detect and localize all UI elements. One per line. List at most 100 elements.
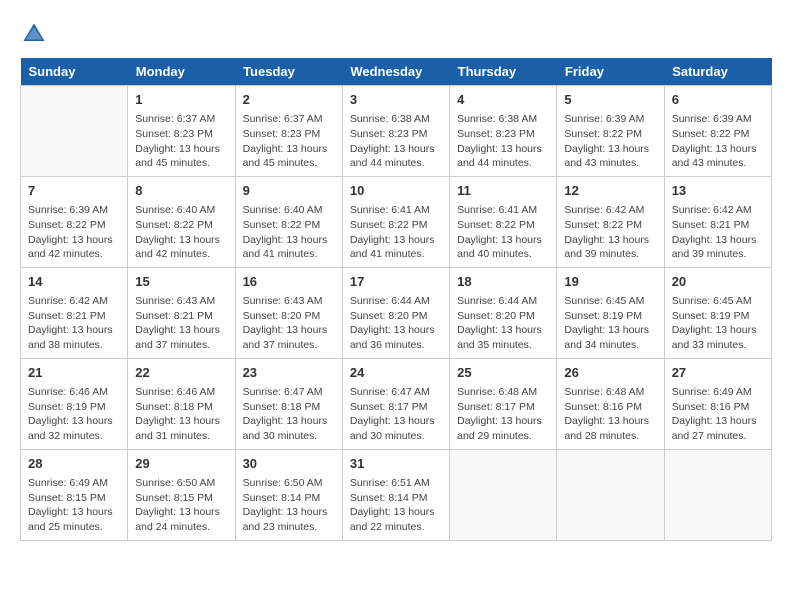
calendar-cell: 12Sunrise: 6:42 AMSunset: 8:22 PMDayligh…	[557, 176, 664, 267]
day-number: 25	[457, 364, 549, 382]
day-number: 8	[135, 182, 227, 200]
header-thursday: Thursday	[450, 58, 557, 86]
day-number: 2	[243, 91, 335, 109]
day-info: Sunrise: 6:49 AMSunset: 8:15 PMDaylight:…	[28, 476, 120, 535]
header-saturday: Saturday	[664, 58, 771, 86]
calendar-week-1: 1 Sunrise: 6:37 AMSunset: 8:23 PMDaylight…	[21, 86, 772, 177]
calendar-cell: 2 Sunrise: 6:37 AMSunset: 8:23 PMDaylight…	[235, 86, 342, 177]
calendar-week-2: 7 Sunrise: 6:39 AMSunset: 8:22 PMDaylight…	[21, 176, 772, 267]
logo-icon	[20, 20, 48, 48]
day-info: Sunrise: 6:44 AMSunset: 8:20 PMDaylight:…	[350, 294, 442, 353]
calendar-cell: 22Sunrise: 6:46 AMSunset: 8:18 PMDayligh…	[128, 358, 235, 449]
header-tuesday: Tuesday	[235, 58, 342, 86]
calendar-cell: 8Sunrise: 6:40 AMSunset: 8:22 PMDaylight…	[128, 176, 235, 267]
day-info: Sunrise: 6:45 AMSunset: 8:19 PMDaylight:…	[672, 294, 764, 353]
day-number: 7	[28, 182, 120, 200]
day-info: Sunrise: 6:39 AMSunset: 8:22 PMDaylight:…	[28, 203, 120, 262]
calendar-cell: 20Sunrise: 6:45 AMSunset: 8:19 PMDayligh…	[664, 267, 771, 358]
calendar-cell: 31 Sunrise: 6:51 AMSunset: 8:14 PMDayligh…	[342, 449, 449, 540]
calendar-cell: 23 Sunrise: 6:47 AMSunset: 8:18 PMDayligh…	[235, 358, 342, 449]
day-info: Sunrise: 6:47 AMSunset: 8:17 PMDaylight:…	[350, 385, 442, 444]
day-info: Sunrise: 6:47 AMSunset: 8:18 PMDaylight:…	[243, 385, 335, 444]
calendar-cell: 19 Sunrise: 6:45 AMSunset: 8:19 PMDayligh…	[557, 267, 664, 358]
day-number: 24	[350, 364, 442, 382]
calendar-cell: 7 Sunrise: 6:39 AMSunset: 8:22 PMDaylight…	[21, 176, 128, 267]
day-number: 21	[28, 364, 120, 382]
calendar-cell: 28 Sunrise: 6:49 AMSunset: 8:15 PMDayligh…	[21, 449, 128, 540]
day-info: Sunrise: 6:37 AMSunset: 8:23 PMDaylight:…	[243, 112, 335, 171]
day-number: 4	[457, 91, 549, 109]
day-info: Sunrise: 6:42 AMSunset: 8:21 PMDaylight:…	[672, 203, 764, 262]
day-number: 29	[135, 455, 227, 473]
day-number: 9	[243, 182, 335, 200]
day-number: 17	[350, 273, 442, 291]
day-info: Sunrise: 6:43 AMSunset: 8:20 PMDaylight:…	[243, 294, 335, 353]
day-number: 18	[457, 273, 549, 291]
calendar-cell: 11Sunrise: 6:41 AMSunset: 8:22 PMDayligh…	[450, 176, 557, 267]
day-info: Sunrise: 6:45 AMSunset: 8:19 PMDaylight:…	[564, 294, 656, 353]
header-monday: Monday	[128, 58, 235, 86]
calendar-cell: 9 Sunrise: 6:40 AMSunset: 8:22 PMDaylight…	[235, 176, 342, 267]
calendar-cell	[557, 449, 664, 540]
calendar-week-5: 28 Sunrise: 6:49 AMSunset: 8:15 PMDayligh…	[21, 449, 772, 540]
day-info: Sunrise: 6:46 AMSunset: 8:19 PMDaylight:…	[28, 385, 120, 444]
day-number: 5	[564, 91, 656, 109]
header-wednesday: Wednesday	[342, 58, 449, 86]
calendar-cell	[664, 449, 771, 540]
calendar-cell: 18Sunrise: 6:44 AMSunset: 8:20 PMDayligh…	[450, 267, 557, 358]
day-number: 28	[28, 455, 120, 473]
calendar-cell: 6 Sunrise: 6:39 AMSunset: 8:22 PMDaylight…	[664, 86, 771, 177]
day-number: 22	[135, 364, 227, 382]
day-info: Sunrise: 6:38 AMSunset: 8:23 PMDaylight:…	[457, 112, 549, 171]
calendar-cell: 30Sunrise: 6:50 AMSunset: 8:14 PMDayligh…	[235, 449, 342, 540]
header-friday: Friday	[557, 58, 664, 86]
calendar-cell: 15 Sunrise: 6:43 AMSunset: 8:21 PMDayligh…	[128, 267, 235, 358]
calendar-cell: 29 Sunrise: 6:50 AMSunset: 8:15 PMDayligh…	[128, 449, 235, 540]
day-number: 26	[564, 364, 656, 382]
day-info: Sunrise: 6:42 AMSunset: 8:22 PMDaylight:…	[564, 203, 656, 262]
day-number: 3	[350, 91, 442, 109]
day-number: 15	[135, 273, 227, 291]
calendar-cell: 1Sunrise: 6:37 AMSunset: 8:23 PMDaylight…	[128, 86, 235, 177]
day-number: 23	[243, 364, 335, 382]
calendar-cell: 26 Sunrise: 6:48 AMSunset: 8:16 PMDayligh…	[557, 358, 664, 449]
calendar-cell: 27 Sunrise: 6:49 AMSunset: 8:16 PMDayligh…	[664, 358, 771, 449]
calendar-cell: 16Sunrise: 6:43 AMSunset: 8:20 PMDayligh…	[235, 267, 342, 358]
day-number: 11	[457, 182, 549, 200]
day-info: Sunrise: 6:42 AMSunset: 8:21 PMDaylight:…	[28, 294, 120, 353]
calendar-cell: 25 Sunrise: 6:48 AMSunset: 8:17 PMDayligh…	[450, 358, 557, 449]
calendar-cell	[21, 86, 128, 177]
page-header	[20, 20, 772, 48]
day-info: Sunrise: 6:49 AMSunset: 8:16 PMDaylight:…	[672, 385, 764, 444]
calendar-cell	[450, 449, 557, 540]
day-info: Sunrise: 6:38 AMSunset: 8:23 PMDaylight:…	[350, 112, 442, 171]
day-info: Sunrise: 6:48 AMSunset: 8:16 PMDaylight:…	[564, 385, 656, 444]
calendar-cell: 3 Sunrise: 6:38 AMSunset: 8:23 PMDaylight…	[342, 86, 449, 177]
day-number: 31	[350, 455, 442, 473]
day-number: 27	[672, 364, 764, 382]
calendar-cell: 4 Sunrise: 6:38 AMSunset: 8:23 PMDaylight…	[450, 86, 557, 177]
calendar-header-row: SundayMondayTuesdayWednesdayThursdayFrid…	[21, 58, 772, 86]
day-info: Sunrise: 6:51 AMSunset: 8:14 PMDaylight:…	[350, 476, 442, 535]
day-info: Sunrise: 6:48 AMSunset: 8:17 PMDaylight:…	[457, 385, 549, 444]
calendar-week-3: 14 Sunrise: 6:42 AMSunset: 8:21 PMDayligh…	[21, 267, 772, 358]
day-number: 13	[672, 182, 764, 200]
day-number: 1	[135, 91, 227, 109]
day-info: Sunrise: 6:39 AMSunset: 8:22 PMDaylight:…	[672, 112, 764, 171]
header-sunday: Sunday	[21, 58, 128, 86]
day-info: Sunrise: 6:39 AMSunset: 8:22 PMDaylight:…	[564, 112, 656, 171]
calendar-cell: 21 Sunrise: 6:46 AMSunset: 8:19 PMDayligh…	[21, 358, 128, 449]
day-info: Sunrise: 6:40 AMSunset: 8:22 PMDaylight:…	[243, 203, 335, 262]
calendar-cell: 17 Sunrise: 6:44 AMSunset: 8:20 PMDayligh…	[342, 267, 449, 358]
day-number: 6	[672, 91, 764, 109]
day-info: Sunrise: 6:43 AMSunset: 8:21 PMDaylight:…	[135, 294, 227, 353]
calendar-table: SundayMondayTuesdayWednesdayThursdayFrid…	[20, 58, 772, 541]
logo	[20, 20, 52, 48]
day-number: 14	[28, 273, 120, 291]
day-info: Sunrise: 6:50 AMSunset: 8:15 PMDaylight:…	[135, 476, 227, 535]
calendar-week-4: 21 Sunrise: 6:46 AMSunset: 8:19 PMDayligh…	[21, 358, 772, 449]
calendar-cell: 10Sunrise: 6:41 AMSunset: 8:22 PMDayligh…	[342, 176, 449, 267]
day-number: 19	[564, 273, 656, 291]
calendar-cell: 24 Sunrise: 6:47 AMSunset: 8:17 PMDayligh…	[342, 358, 449, 449]
day-info: Sunrise: 6:50 AMSunset: 8:14 PMDaylight:…	[243, 476, 335, 535]
